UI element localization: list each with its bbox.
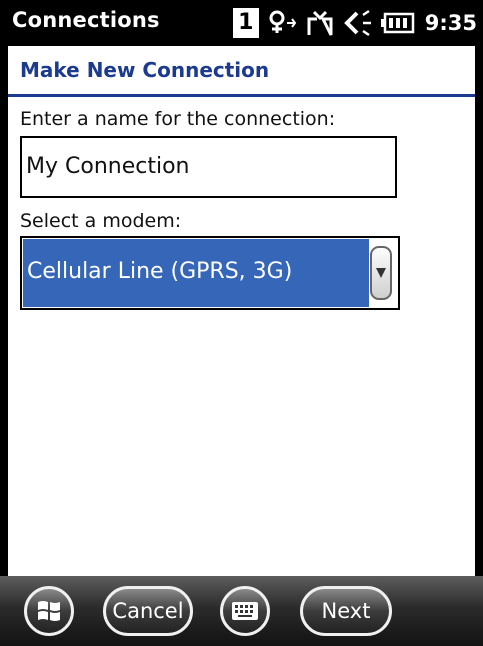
modem-label: Select a modem: [20,210,182,232]
connection-name-input[interactable]: My Connection [20,136,397,198]
volume-icon [343,9,371,37]
modem-select[interactable]: Cellular Line (GPRS, 3G) [20,236,400,310]
keyboard-button[interactable] [220,586,270,636]
page-title: Make New Connection [20,58,270,82]
windows-start-icon [38,601,60,621]
chevron-down-icon [376,268,386,278]
app-title[interactable]: Connections [12,8,160,32]
clock: 9:35 [424,11,477,35]
next-button[interactable]: Next [300,586,392,636]
data-connection-icon [269,10,297,33]
cancel-button[interactable]: Cancel [103,586,193,636]
dropdown-button[interactable] [370,246,392,300]
sim-slot-icon: 1 [232,8,259,38]
battery-icon [380,12,415,34]
name-label: Enter a name for the connection: [20,108,336,130]
softkey-bar: Cancel Next [0,576,483,646]
start-button[interactable] [24,586,74,636]
missed-call-icon [307,10,333,36]
modem-selected-value[interactable]: Cellular Line (GPRS, 3G) [23,239,369,307]
header-divider [8,94,475,97]
screen-content: Make New Connection Enter a name for the… [8,46,475,576]
keyboard-icon [232,602,258,620]
status-bar: Connections 1 9:35 [0,0,483,46]
status-icons[interactable]: 1 9:35 [232,6,477,40]
